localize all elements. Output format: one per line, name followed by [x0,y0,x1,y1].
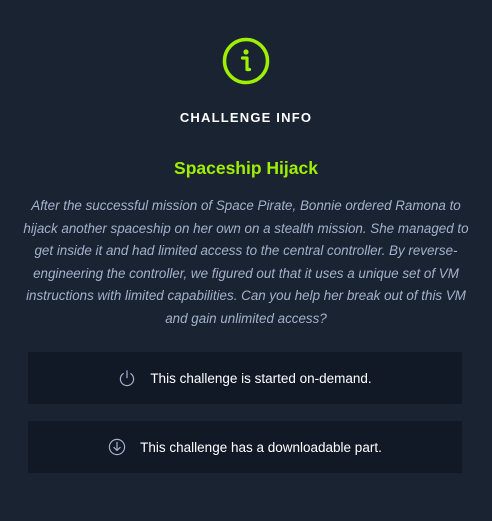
download-icon [108,438,126,456]
downloadable-info-card[interactable]: This challenge has a downloadable part. [28,421,462,473]
challenge-info-panel: CHALLENGE INFO Spaceship Hijack After th… [0,0,492,521]
panel-heading: CHALLENGE INFO [179,110,313,125]
power-icon [120,370,135,387]
on-demand-info-card[interactable]: This challenge is started on-demand. [28,352,462,404]
challenge-title: Spaceship Hijack [174,158,318,178]
on-demand-text: This challenge is started on-demand. [150,370,372,386]
downloadable-text: This challenge has a downloadable part. [140,439,382,455]
info-icon [222,37,270,85]
challenge-description: After the successful mission of Space Pi… [23,198,469,326]
